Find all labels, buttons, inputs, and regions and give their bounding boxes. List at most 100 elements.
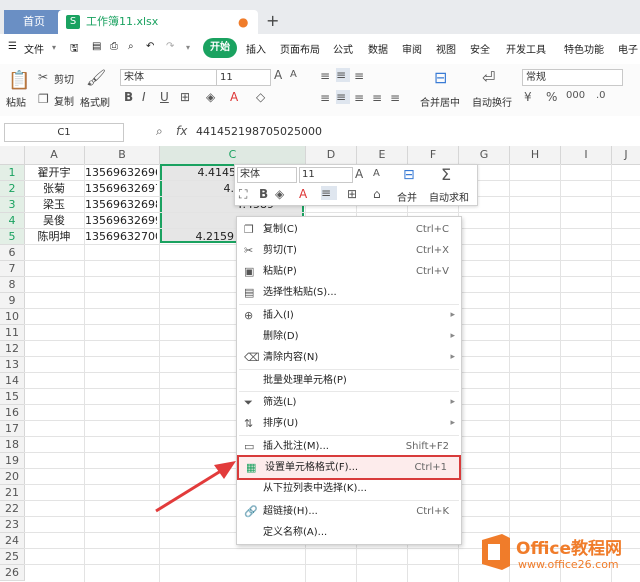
bold-icon[interactable]: B bbox=[124, 90, 133, 104]
phone-cell[interactable]: 13569632698 bbox=[85, 197, 157, 212]
row-header[interactable]: 9 bbox=[0, 293, 25, 309]
menu-item-delete[interactable]: 删除(D) ▸ bbox=[237, 326, 461, 347]
name-cell[interactable]: 陈明坤 bbox=[24, 229, 84, 244]
document-tab[interactable]: S 工作簿11.xlsx ● bbox=[58, 10, 258, 34]
align-center-icon[interactable]: ≡ bbox=[336, 90, 350, 104]
row-header[interactable]: 13 bbox=[0, 357, 25, 373]
name-cell[interactable]: 张菊 bbox=[24, 181, 84, 196]
menu-electronic[interactable]: 电子 bbox=[618, 41, 638, 56]
value-cell[interactable]: 4.2159 bbox=[162, 229, 235, 244]
clear-icon[interactable]: ⌂ bbox=[373, 187, 381, 201]
justify-icon[interactable]: ≡ bbox=[372, 91, 382, 105]
menu-item-define-name[interactable]: 定义名称(A)... bbox=[237, 522, 461, 543]
row-header[interactable]: 4 bbox=[0, 213, 25, 229]
decrease-font-icon[interactable]: A bbox=[373, 168, 380, 179]
copy-icon[interactable]: ❐ bbox=[38, 92, 49, 106]
merge-center-button[interactable]: 合并居中 bbox=[420, 94, 460, 109]
name-cell[interactable]: 梁玉 bbox=[24, 197, 84, 212]
menu-developer[interactable]: 开发工具 bbox=[506, 41, 546, 56]
row-header[interactable]: 12 bbox=[0, 341, 25, 357]
menu-view[interactable]: 视图 bbox=[436, 41, 456, 56]
column-header[interactable]: H bbox=[510, 146, 561, 164]
row-header[interactable]: 20 bbox=[0, 469, 25, 485]
cut-button[interactable]: 剪切 bbox=[54, 71, 74, 86]
phone-cell[interactable]: 13569632696 bbox=[85, 165, 157, 180]
scissors-icon[interactable]: ✂ bbox=[38, 70, 48, 84]
menu-security[interactable]: 安全 bbox=[470, 41, 490, 56]
menu-item-pick-from-list[interactable]: 从下拉列表中选择(K)... bbox=[237, 478, 461, 499]
merge-center-icon[interactable]: ⊟ bbox=[434, 68, 447, 87]
menu-item-insert-comment[interactable]: ▭ 插入批注(M)... Shift+F2 bbox=[237, 436, 461, 457]
menu-data[interactable]: 数据 bbox=[368, 41, 388, 56]
fx-icon[interactable]: fx bbox=[176, 124, 187, 138]
row-header[interactable]: 8 bbox=[0, 277, 25, 293]
zoom-icon[interactable]: ⌕ bbox=[156, 124, 163, 139]
row-header[interactable]: 1 bbox=[0, 165, 25, 181]
fill-color-icon[interactable]: ◈ bbox=[206, 90, 215, 104]
row-header[interactable]: 6 bbox=[0, 245, 25, 261]
menu-item-hyperlink[interactable]: 🔗 超链接(H)... Ctrl+K bbox=[237, 501, 461, 522]
format-painter-icon[interactable]: ⛶ bbox=[239, 187, 247, 202]
menu-item-clear-contents[interactable]: ⌫ 清除内容(N) ▸ bbox=[237, 347, 461, 368]
mini-autosum-button[interactable]: 自动求和 bbox=[429, 189, 469, 204]
print-icon[interactable]: ⎙ bbox=[110, 41, 118, 52]
row-header[interactable]: 3 bbox=[0, 197, 25, 213]
align-left-icon[interactable]: ≡ bbox=[320, 91, 330, 105]
percent-icon[interactable]: % bbox=[546, 90, 557, 104]
row-header[interactable]: 15 bbox=[0, 389, 25, 405]
align-right-icon[interactable]: ≡ bbox=[354, 91, 364, 105]
mini-font-size-select[interactable]: 11 bbox=[299, 167, 353, 183]
align-bottom-icon[interactable]: ≡ bbox=[354, 69, 364, 83]
column-header[interactable]: F bbox=[408, 146, 459, 164]
row-header[interactable]: 23 bbox=[0, 517, 25, 533]
sigma-icon[interactable]: Σ bbox=[441, 165, 451, 184]
menu-item-batch-process[interactable]: 批量处理单元格(P) bbox=[237, 370, 461, 391]
mini-font-name-select[interactable]: 宋体 bbox=[237, 167, 297, 183]
column-header[interactable]: I bbox=[561, 146, 612, 164]
menu-item-paste-special[interactable]: ▤ 选择性粘贴(S)... bbox=[237, 282, 461, 303]
column-header[interactable]: G bbox=[459, 146, 510, 164]
row-header[interactable]: 2 bbox=[0, 181, 25, 197]
phone-cell[interactable]: 13569632699 bbox=[85, 213, 157, 228]
menu-start[interactable]: 开始 bbox=[203, 38, 237, 58]
save-icon[interactable]: 🖫 bbox=[70, 41, 79, 58]
wrap-text-button[interactable]: 自动换行 bbox=[472, 94, 512, 109]
row-header[interactable]: 5 bbox=[0, 229, 25, 245]
find-icon[interactable]: ⌕ bbox=[128, 41, 134, 52]
wrap-text-icon[interactable]: ⏎ bbox=[482, 68, 495, 87]
column-header[interactable]: A bbox=[24, 146, 85, 164]
menu-item-cut[interactable]: ✂ 剪切(T) Ctrl+X bbox=[237, 240, 461, 261]
row-header[interactable]: 26 bbox=[0, 565, 25, 581]
name-cell[interactable]: 吴俊 bbox=[24, 213, 84, 228]
align-top-icon[interactable]: ≡ bbox=[320, 69, 330, 83]
increase-font-icon[interactable]: A bbox=[355, 167, 363, 181]
font-name-select[interactable]: 宋体 bbox=[120, 69, 217, 86]
row-header[interactable]: 21 bbox=[0, 485, 25, 501]
italic-icon[interactable]: I bbox=[142, 90, 146, 104]
row-header[interactable]: 10 bbox=[0, 309, 25, 325]
bold-icon[interactable]: B bbox=[259, 187, 268, 201]
menu-formula[interactable]: 公式 bbox=[333, 41, 353, 56]
new-tab-button[interactable]: + bbox=[266, 10, 279, 32]
decrease-font-icon[interactable]: A bbox=[290, 69, 297, 80]
menu-item-copy[interactable]: ❐ 复制(C) Ctrl+C bbox=[237, 219, 461, 240]
eraser-icon[interactable]: ◇ bbox=[256, 90, 265, 104]
font-color-icon[interactable]: A bbox=[299, 187, 307, 201]
select-all-corner[interactable] bbox=[0, 146, 25, 164]
row-header[interactable]: 22 bbox=[0, 501, 25, 517]
increase-font-icon[interactable]: A bbox=[274, 68, 282, 82]
menu-item-filter[interactable]: ⏷ 筛选(L) ▸ bbox=[237, 392, 461, 413]
name-box[interactable]: C1 bbox=[4, 123, 124, 142]
column-header[interactable]: C bbox=[160, 146, 306, 164]
font-color-icon[interactable]: A bbox=[230, 90, 238, 104]
merge-icon[interactable]: ⊟ bbox=[403, 167, 415, 183]
paste-button-label[interactable]: 粘贴 bbox=[6, 94, 26, 109]
redo-icon[interactable]: ↷ bbox=[166, 41, 174, 52]
phone-cell[interactable]: 13569632700 bbox=[85, 229, 157, 244]
row-header[interactable]: 24 bbox=[0, 533, 25, 549]
column-header[interactable]: E bbox=[357, 146, 408, 164]
fill-color-icon[interactable]: ◈ bbox=[275, 187, 284, 201]
format-painter-button[interactable]: 格式刷 bbox=[80, 94, 110, 109]
formula-input[interactable]: 441452198705025000 bbox=[196, 123, 640, 140]
underline-icon[interactable]: U bbox=[160, 90, 169, 104]
